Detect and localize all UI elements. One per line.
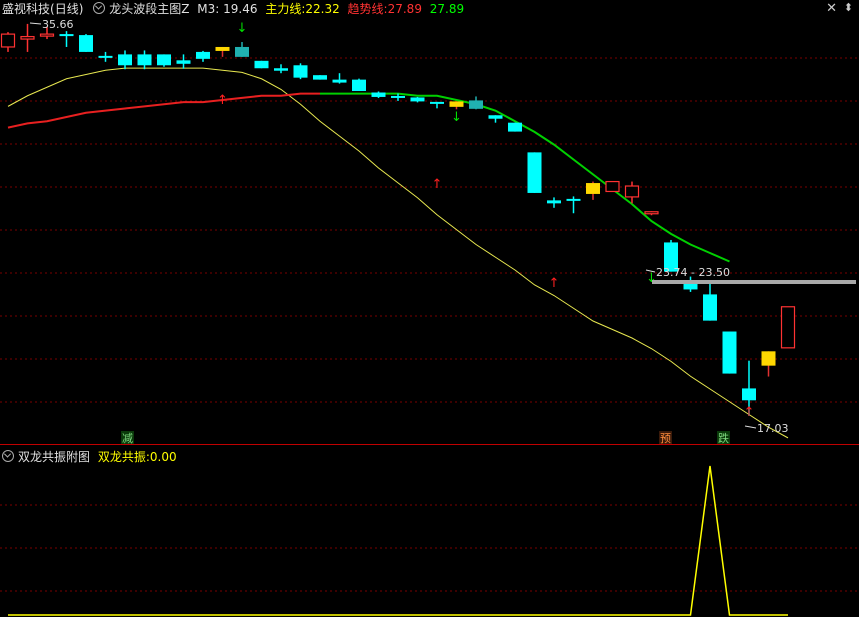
down-arrow-icon: ↓ (451, 110, 462, 125)
candle-body (235, 46, 249, 57)
subchart-name[interactable]: 双龙共振附图 (18, 450, 90, 464)
candle-body (722, 331, 737, 374)
candle-body (157, 54, 171, 66)
indicator-name[interactable]: 龙头波段主图Z (109, 2, 189, 16)
candle-body (59, 34, 74, 37)
candle-body (293, 65, 308, 78)
trend-line-value2: 27.89 (429, 2, 465, 16)
candle-body (547, 200, 561, 204)
candle-body (274, 68, 288, 71)
high-price-pointer (29, 22, 42, 25)
candle-body (742, 388, 756, 401)
candle-body (586, 183, 600, 194)
candle-body (624, 185, 640, 198)
candle-body (137, 54, 152, 66)
candle-body (410, 97, 425, 102)
low-price-label: 17.03 (757, 422, 789, 435)
candle-body (703, 294, 717, 321)
candle-body (391, 95, 405, 98)
candle-body (215, 46, 230, 51)
ma-red-line (7, 92, 320, 129)
candle-body (254, 60, 269, 69)
resonance-line (8, 465, 788, 616)
resistance-band (652, 280, 856, 284)
candle-body (605, 180, 620, 193)
main-line-value: 22.32 (305, 2, 340, 16)
up-arrow-icon: ↑ (432, 177, 443, 192)
candle-body (508, 122, 522, 132)
chart-period: (日线) (50, 2, 84, 16)
resonance-label: 双龙共振: (97, 450, 150, 464)
main-header: 盛视科技(日线) 龙头波段主图Z M3: 19.46 主力线:22.32 趋势线… (2, 0, 468, 17)
candle-body (469, 100, 483, 109)
candle-body (780, 306, 796, 349)
candle-body (488, 115, 503, 119)
main-line-label: 主力线: (265, 2, 306, 16)
candle-body (644, 211, 659, 215)
candle-body (20, 35, 35, 40)
toggle-indicator-icon[interactable] (93, 2, 106, 14)
candle-body (196, 51, 210, 59)
low-price-pointer (744, 425, 757, 429)
candle-body (118, 54, 132, 66)
candle-body (98, 55, 113, 58)
sub-header: 双龙共振附图 双龙共振:0.00 (2, 448, 181, 465)
candle-body (332, 79, 347, 83)
candle-body (0, 33, 16, 48)
candle-body (79, 35, 93, 52)
ma-green-line (320, 92, 730, 263)
candle-body (566, 198, 581, 201)
candle-body (527, 152, 542, 193)
up-arrow-icon: ↑ (744, 405, 755, 420)
candle-body (761, 351, 776, 366)
mark-yu: 预 (660, 432, 671, 445)
candle-body (39, 33, 55, 37)
high-price-label: 35.66 (42, 18, 74, 31)
chart-canvas: ↑↑↑↑↓↓↓35.6623.74 - 23.5017.03减预跌 (0, 18, 859, 616)
down-arrow-icon: ↓ (237, 21, 248, 36)
mark-jian: 减 (122, 432, 133, 445)
candle-body (430, 101, 444, 104)
candle-body (449, 101, 464, 107)
toggle-subchart-icon[interactable] (2, 450, 14, 462)
candle-body (371, 92, 386, 97)
candle-body (313, 75, 327, 80)
candle-body (352, 79, 366, 92)
trend-line-value1: 27.89 (387, 2, 422, 16)
stock-name[interactable]: 盛视科技 (2, 2, 50, 16)
candle-body (176, 60, 191, 64)
resonance-value: 0.00 (149, 450, 177, 464)
expand-icon[interactable]: ⬍ (844, 1, 853, 14)
close-icon[interactable]: ✕ (826, 1, 837, 16)
trend-line-label: 趋势线: (347, 2, 388, 16)
up-arrow-icon: ↑ (549, 276, 560, 291)
mark-die: 跌 (718, 431, 729, 445)
up-arrow-icon: ↑ (217, 93, 228, 108)
m3-value: M3: 19.46 (197, 2, 258, 16)
range-price-label: 23.74 - 23.50 (656, 266, 730, 279)
